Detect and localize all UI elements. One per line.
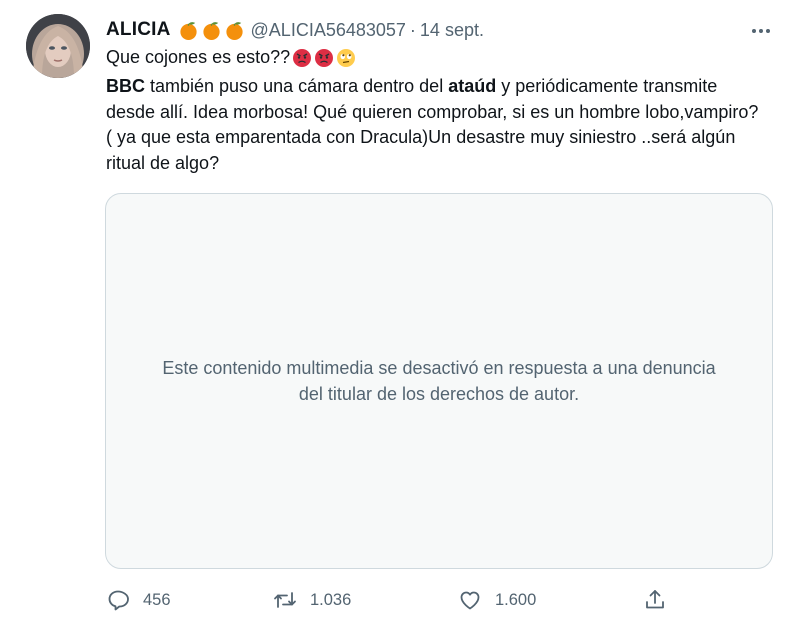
reply-count: 456	[143, 590, 171, 609]
angry-face-emoji-icon	[293, 48, 312, 67]
tweet-text-line1: Que cojones es esto??	[106, 47, 356, 68]
tweet-text-body: BBC también puso una cámara dentro del a…	[106, 74, 766, 176]
share-icon	[646, 590, 664, 609]
author-name[interactable]: ALICIA	[106, 19, 171, 41]
tweet-date[interactable]: 14 sept.	[420, 20, 484, 41]
more-dots-icon[interactable]	[750, 20, 772, 42]
avatar[interactable]	[26, 14, 90, 78]
orange-emoji-icon	[202, 21, 220, 40]
retweet-count: 1.036	[310, 590, 352, 609]
retweet-icon	[274, 592, 296, 608]
orange-emoji-icon	[225, 21, 243, 40]
media-disabled-notice: Este contenido multimedia se desactivó e…	[162, 358, 716, 404]
heart-icon	[460, 591, 480, 610]
tweet-text-brand: BBC	[106, 76, 145, 96]
tweet-text-intro: Que cojones es esto??	[106, 47, 291, 67]
name-emojis	[178, 20, 245, 41]
angry-face-emoji-icon	[315, 48, 334, 67]
author-handle[interactable]: @ALICIA56483057	[251, 20, 406, 41]
like-button[interactable]: 1.600	[458, 588, 536, 612]
tweet-header: ALICIA @ALICIA56483057 · 14 sept.	[106, 18, 484, 42]
tweet[interactable]: ALICIA @ALICIA56483057 · 14 sept. Que co…	[0, 0, 799, 620]
reply-button[interactable]: 456	[106, 588, 171, 612]
tweet-actions: 456 1.036 1.600	[106, 588, 666, 612]
tweet-text-part1: también puso una cámara dentro del	[145, 76, 449, 96]
orange-emoji-icon	[179, 21, 197, 40]
reply-icon	[108, 590, 129, 611]
separator: ·	[409, 19, 416, 40]
eye-roll-emoji-icon	[337, 48, 356, 67]
like-count: 1.600	[495, 590, 537, 609]
retweet-button[interactable]: 1.036	[273, 588, 351, 612]
share-button[interactable]	[643, 588, 667, 612]
media-placeholder: Este contenido multimedia se desactivó e…	[105, 193, 773, 569]
tweet-text-keyword: ataúd	[448, 76, 497, 96]
